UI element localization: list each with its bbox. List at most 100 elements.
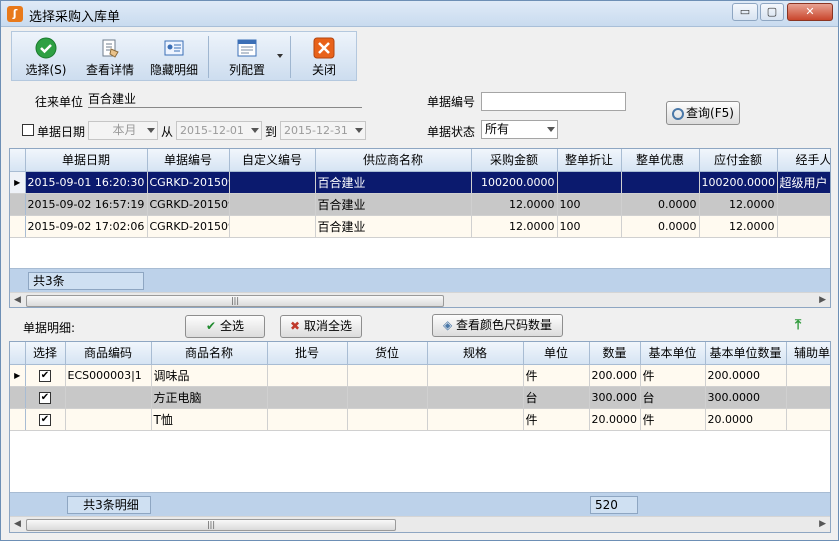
col-header[interactable]: 采购金额 [471, 149, 558, 172]
doc-date-checkbox[interactable] [22, 124, 34, 139]
chevron-down-icon [147, 128, 155, 133]
col-header[interactable]: 整单折让 [557, 149, 622, 172]
orders-footer: 共3条 [10, 268, 830, 292]
period-select[interactable]: 本月 [88, 121, 158, 140]
row-checkbox[interactable]: ✔ [25, 364, 66, 387]
row-checkbox[interactable]: ✔ [25, 408, 66, 431]
cell: 12.0000 [699, 215, 778, 238]
col-header[interactable]: 应付金额 [699, 149, 778, 172]
cell [347, 408, 428, 431]
col-header[interactable]: 商品名称 [151, 342, 268, 365]
col-header[interactable]: 选择 [25, 342, 66, 365]
cell: 12.0000 [471, 193, 558, 216]
col-header[interactable]: 基本单位数量 [705, 342, 787, 365]
row-indicator [10, 215, 26, 238]
cell [229, 193, 316, 216]
doc-date-label: 单据日期 [37, 125, 86, 139]
cell: 件 [523, 408, 590, 431]
cell [427, 408, 524, 431]
orders-header-row: 单据日期 单据编号 自定义编号 供应商名称 采购金额 整单折让 整单优惠 应付金… [10, 149, 830, 172]
cell: 台 [523, 386, 590, 409]
cell [427, 386, 524, 409]
select-all-button[interactable]: ✔ 全选 [185, 315, 265, 338]
col-header[interactable]: 商品编码 [65, 342, 152, 365]
col-header[interactable]: 数量 [589, 342, 641, 365]
col-header[interactable]: 基本单位 [640, 342, 706, 365]
view-color-size-label: 查看颜色尺码数量 [456, 318, 553, 332]
col-header[interactable]: 经手人 [777, 149, 830, 172]
col-header[interactable]: 单据日期 [25, 149, 148, 172]
cell: 300.000 [589, 386, 641, 409]
query-button[interactable]: 查询(F5) [666, 101, 740, 125]
cell: ECS000003|1 [65, 364, 152, 387]
status-label: 单据状态 [427, 125, 476, 139]
view-color-size-button[interactable]: ◈ 查看颜色尺码数量 [432, 314, 563, 337]
orders-grid: 单据日期 单据编号 自定义编号 供应商名称 采购金额 整单折让 整单优惠 应付金… [9, 148, 831, 308]
close-label: 关闭 [311, 63, 336, 77]
pin-top-icon[interactable]: ⤒ [795, 317, 801, 333]
scroll-right-icon[interactable]: ▶ [819, 295, 826, 305]
status-value: 所有 [485, 122, 510, 136]
cell: 件 [640, 408, 706, 431]
col-header[interactable]: 批号 [267, 342, 348, 365]
view-detail-button[interactable]: 查看详情 [82, 34, 138, 80]
table-row[interactable]: 2015-09-02 17:02:06 CGRKD-201509 百合建业 12… [10, 215, 830, 238]
detail-table: 选择 商品编码 商品名称 批号 货位 规格 单位 数量 基本单位 基本单位数量 … [10, 342, 830, 431]
col-header[interactable]: 规格 [427, 342, 524, 365]
scroll-left-icon[interactable]: ◀ [14, 519, 21, 529]
orders-hscrollbar[interactable]: ◀ ||| ▶ [10, 292, 830, 307]
col-header[interactable]: 辅助单位 [786, 342, 830, 365]
table-row[interactable]: ✔ T恤 件 20.0000 件 20.0000 [10, 408, 830, 431]
date-to-value: 2015-12-31 [284, 124, 348, 137]
date-from-picker[interactable]: 2015-12-01 [176, 121, 262, 140]
window-title: 选择采购入库单 [29, 10, 121, 25]
header-indicator [10, 342, 26, 365]
col-header[interactable]: 自定义编号 [229, 149, 316, 172]
close-window-button[interactable]: ✕ [787, 3, 833, 21]
minimize-button[interactable]: ▭ [732, 3, 758, 21]
header-indicator [10, 149, 26, 172]
table-row[interactable]: ▶ 2015-09-01 16:20:30 CGRKD-201509 百合建业 … [10, 171, 830, 194]
partner-field[interactable]: 百合建业 [88, 90, 362, 108]
col-header[interactable]: 单据编号 [147, 149, 230, 172]
chevron-down-icon [547, 127, 555, 132]
column-config-button[interactable]: 列配置 [218, 34, 276, 80]
hide-detail-button[interactable]: 隐藏明细 [146, 34, 202, 80]
select-button[interactable]: 选择(S) [16, 34, 76, 80]
date-to-picker[interactable]: 2015-12-31 [280, 121, 366, 140]
partner-label: 往来单位 [35, 95, 84, 109]
scroll-left-icon[interactable]: ◀ [14, 295, 21, 305]
close-button[interactable]: 关闭 [302, 34, 346, 80]
scroll-thumb[interactable]: ||| [26, 519, 396, 531]
cell: 2015-09-01 16:20:30 [25, 171, 148, 194]
cell: 100 [557, 215, 622, 238]
cell: 100200.0000 [471, 171, 558, 194]
cell: 件 [640, 364, 706, 387]
col-header[interactable]: 整单优惠 [621, 149, 700, 172]
doc-no-input[interactable] [481, 92, 626, 111]
deselect-all-button[interactable]: ✖ 取消全选 [280, 315, 362, 338]
table-row[interactable]: ✔ 方正电脑 台 300.000 台 300.0000 [10, 386, 830, 409]
detail-footer: 共3条明细 520 [10, 492, 830, 516]
cell: 12.0000 [471, 215, 558, 238]
query-label: 查询(F5) [686, 106, 734, 120]
table-row[interactable]: ▶ ✔ ECS000003|1 调味品 件 200.000 件 200.0000 [10, 364, 830, 387]
col-header[interactable]: 供应商名称 [315, 149, 472, 172]
scroll-thumb[interactable]: ||| [26, 295, 444, 307]
cell [786, 364, 830, 387]
row-indicator-icon: ▶ [10, 364, 26, 387]
detail-hscrollbar[interactable]: ◀ ||| ▶ [10, 516, 830, 532]
column-config-label: 列配置 [228, 63, 265, 77]
cell [267, 386, 348, 409]
col-header[interactable]: 单位 [523, 342, 590, 365]
col-header[interactable]: 货位 [347, 342, 428, 365]
column-config-dropdown-icon[interactable] [277, 54, 283, 58]
status-select[interactable]: 所有 [481, 120, 558, 139]
cell [347, 386, 428, 409]
row-indicator-icon: ▶ [10, 171, 26, 194]
table-row[interactable]: 2015-09-02 16:57:19 CGRKD-201509 百合建业 12… [10, 193, 830, 216]
restore-button[interactable]: ▢ [760, 3, 784, 21]
scroll-right-icon[interactable]: ▶ [819, 519, 826, 529]
cell: CGRKD-201509 [147, 215, 230, 238]
row-checkbox[interactable]: ✔ [25, 386, 66, 409]
